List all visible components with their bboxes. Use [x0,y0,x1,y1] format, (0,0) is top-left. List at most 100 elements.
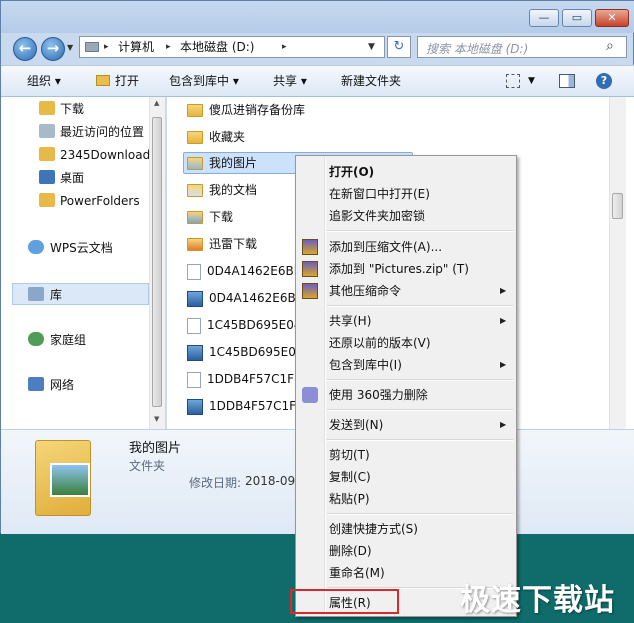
menu-item-create-shortcut[interactable]: 创建快捷方式(S) [329,518,418,540]
menu-separator [327,439,513,441]
nav-item-wps-cloud[interactable]: WPS云文档 [50,240,113,256]
settings-file-icon [187,398,203,415]
new-folder-button[interactable]: 新建文件夹 [341,73,401,89]
breadcrumb-separator-icon[interactable]: ▸ [166,39,171,55]
forward-button[interactable]: → [41,37,65,61]
submenu-arrow-icon: ▶ [500,316,507,325]
breadcrumb-separator-icon[interactable]: ▸ [282,39,287,55]
file-name: 0D4A1462E6BF [209,291,303,305]
nav-item-network[interactable]: 网络 [50,377,74,393]
menu-item-copy[interactable]: 复制(C) [329,466,371,488]
download-folder-icon [187,211,203,224]
search-input[interactable]: 搜索 本地磁盘 (D:) ⌕ [417,36,627,58]
breadcrumb-local-disk[interactable]: 本地磁盘 (D:) [180,39,254,55]
details-modified-label: 修改日期: [189,476,242,490]
computer-icon [85,42,99,52]
file-name: 1C45BD695E04 [209,345,304,359]
file-icon [187,317,201,334]
file-scrollbar[interactable] [609,97,626,429]
refresh-button[interactable]: ↻ [387,36,411,58]
menu-item-rename[interactable]: 重命名(M) [329,562,385,584]
homegroup-icon [28,332,44,346]
open-button[interactable]: 打开 [115,73,139,89]
details-modified-value: 2018-09- [245,474,300,488]
nav-item-desktop[interactable]: 桌面 [60,170,84,186]
list-item[interactable]: 下载 [187,207,233,227]
menu-item-360-delete[interactable]: 使用 360强力删除 [329,384,428,406]
menu-item-other-compress[interactable]: 其他压缩命令 [329,280,401,302]
change-view-icon[interactable] [506,74,520,88]
breadcrumb-separator-icon[interactable]: ▸ [104,39,109,55]
winrar-icon [302,261,318,277]
menu-item-add-to-zip[interactable]: 添加到 "Pictures.zip" (T) [329,258,469,280]
nav-scrollbar[interactable]: ▲ ▼ [149,97,165,429]
network-icon [28,377,44,391]
close-button[interactable]: ✕ [595,9,629,27]
menu-separator [327,230,513,232]
nav-item-homegroup[interactable]: 家庭组 [50,332,86,348]
nav-item-powerfolders[interactable]: PowerFolders [60,193,140,209]
wps-cloud-icon [28,240,44,254]
list-item[interactable]: 0D4A1462E6BF [187,261,301,281]
search-placeholder: 搜索 本地磁盘 (D:) [426,42,529,56]
menu-separator [327,305,513,307]
nav-scroll-thumb[interactable] [152,117,162,407]
address-dropdown-icon[interactable]: ▼ [368,39,375,55]
list-item[interactable]: 迅雷下载 [187,234,257,254]
menu-item-share[interactable]: 共享(H) [329,310,371,332]
landscape-thumbnail-icon [50,463,90,497]
file-name: 1C45BD695E04 [207,318,302,332]
list-item[interactable]: 1DDB4F57C1F0 [187,396,304,416]
list-item[interactable]: 1C45BD695E04 [187,342,304,362]
list-item[interactable]: 1DDB4F57C1F0 [187,369,302,389]
menu-item-send-to[interactable]: 发送到(N) [329,414,383,436]
menu-item-restore-versions[interactable]: 还原以前的版本(V) [329,332,431,354]
list-item[interactable]: 我的文档 [187,180,257,200]
menu-separator [327,513,513,515]
list-item[interactable]: 0D4A1462E6BF [187,288,303,308]
minimize-button[interactable]: — [529,9,559,27]
list-item[interactable]: 收藏夹 [187,127,245,147]
nav-item-library[interactable]: 库 [50,287,62,303]
organize-button[interactable]: 组织 ▾ [27,73,61,89]
menu-item-delete[interactable]: 删除(D) [329,540,372,562]
nav-item-2345downloads[interactable]: 2345Downloads [60,147,156,163]
recent-pages-chevron-icon[interactable]: ▼ [67,43,73,52]
menu-item-cut[interactable]: 剪切(T) [329,444,370,466]
details-name: 我的图片 [129,441,182,456]
watermark-logo: 极速下载站 [460,583,615,618]
help-icon[interactable]: ? [596,73,612,89]
scroll-down-icon[interactable]: ▼ [154,415,159,423]
breadcrumb-computer[interactable]: 计算机 [118,39,154,55]
search-icon[interactable]: ⌕ [606,38,614,54]
menu-item-include-library[interactable]: 包含到库中(I) [329,354,402,376]
scroll-up-icon[interactable]: ▲ [154,99,159,107]
maximize-button[interactable]: ▭ [562,9,592,27]
preview-pane-icon[interactable] [559,74,575,88]
desktop-icon [39,170,55,184]
menu-item-open-new-window[interactable]: 在新窗口中打开(E) [329,183,430,205]
menu-item-paste[interactable]: 粘贴(P) [329,488,370,510]
menu-item-add-to-archive[interactable]: 添加到压缩文件(A)... [329,236,442,258]
share-button[interactable]: 共享 ▾ [273,73,307,89]
file-name: 傻瓜进销存备份库 [209,103,306,117]
file-scroll-thumb[interactable] [612,193,623,219]
list-item[interactable]: 1C45BD695E04 [187,315,302,335]
list-item[interactable]: 傻瓜进销存备份库 [187,100,305,120]
menu-item-open[interactable]: 打开(O) [329,161,374,183]
settings-file-icon [187,290,203,307]
file-name: 1DDB4F57C1F0 [209,399,304,413]
properties-highlight-box [290,589,399,614]
file-name: 我的文档 [209,183,258,197]
submenu-arrow-icon: ▶ [500,360,507,369]
address-bar[interactable]: ▸ 计算机 ▸ 本地磁盘 (D:) ▸ ▼ [79,36,385,58]
menu-item-encrypt[interactable]: 追影文件夹加密锁 [329,205,425,227]
file-name: 迅雷下载 [209,237,258,251]
download-folder-icon [39,101,55,115]
view-dropdown-icon[interactable]: ▼ [528,73,535,89]
nav-item-recent[interactable]: 最近访问的位置 [60,124,144,140]
back-button[interactable]: ← [13,37,37,61]
nav-item-download[interactable]: 下载 [60,101,84,117]
list-item-selected[interactable]: 我的图片 [187,153,257,173]
include-in-library-button[interactable]: 包含到库中 ▾ [169,73,239,89]
